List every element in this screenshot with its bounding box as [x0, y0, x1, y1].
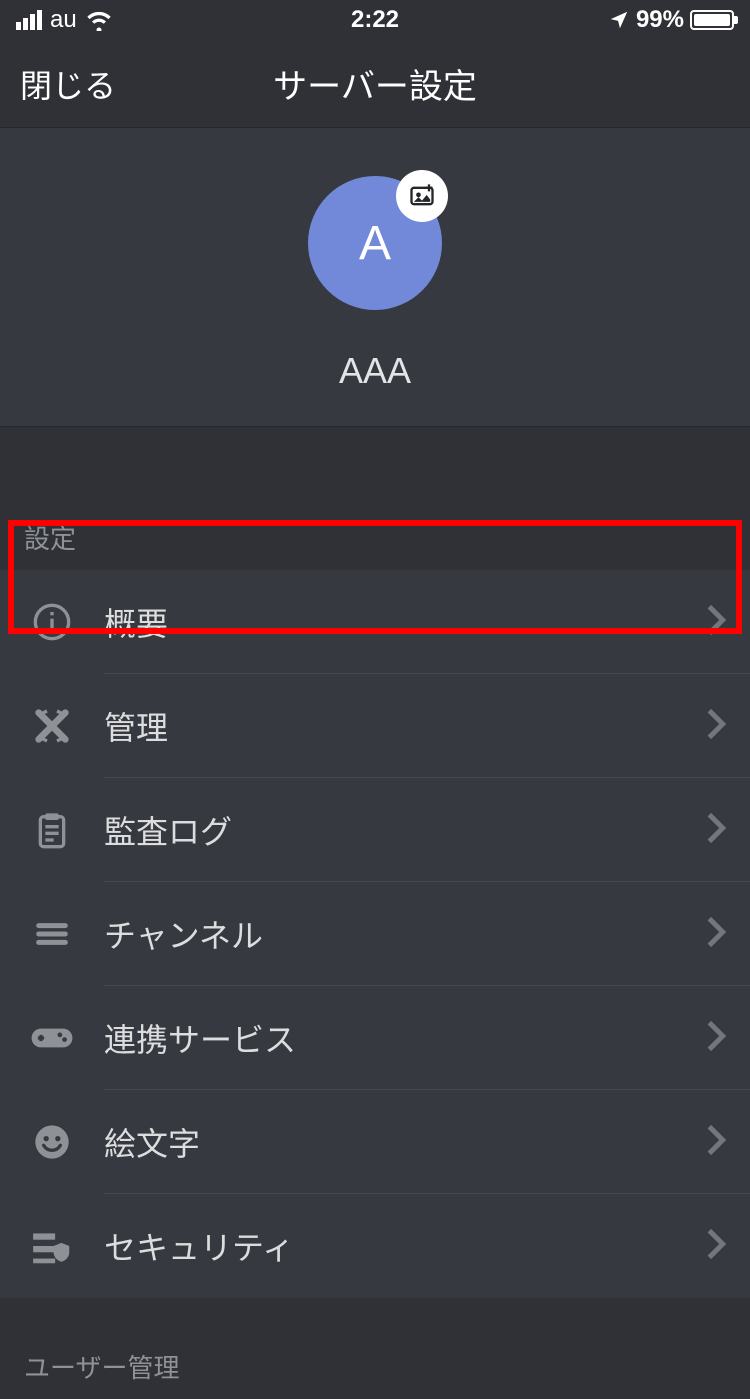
- settings-row-moderation[interactable]: 管理: [0, 674, 750, 778]
- info-icon: [28, 602, 76, 642]
- section-header-settings: 設定: [0, 483, 750, 570]
- row-label: チャンネル: [76, 911, 706, 957]
- clipboard-icon: [28, 810, 76, 850]
- settings-row-integrations[interactable]: 連携サービス: [0, 986, 750, 1090]
- chevron-right-icon: [706, 915, 726, 954]
- row-label: 連携サービス: [76, 1015, 706, 1061]
- channels-icon: [28, 914, 76, 954]
- row-label: 監査ログ: [76, 807, 706, 853]
- settings-row-overview[interactable]: 概要: [0, 570, 750, 674]
- settings-row-audit-log[interactable]: 監査ログ: [0, 778, 750, 882]
- settings-row-security[interactable]: セキュリティ: [0, 1194, 750, 1298]
- row-label: 絵文字: [76, 1119, 706, 1165]
- close-button[interactable]: 閉じる: [20, 61, 116, 107]
- nav-header: 閉じる サーバー設定: [0, 40, 750, 128]
- moderation-icon: [28, 706, 76, 746]
- row-label: セキュリティ: [76, 1223, 706, 1269]
- server-name: AAA: [339, 350, 411, 392]
- chevron-right-icon: [706, 811, 726, 850]
- gamepad-icon: [28, 1023, 76, 1053]
- clock: 2:22: [351, 6, 399, 34]
- settings-row-channels[interactable]: チャンネル: [0, 882, 750, 986]
- chevron-right-icon: [706, 1227, 726, 1266]
- battery-icon: [690, 10, 734, 30]
- chevron-right-icon: [706, 603, 726, 642]
- chevron-right-icon: [706, 707, 726, 746]
- wifi-icon: [85, 9, 113, 31]
- chevron-right-icon: [706, 1123, 726, 1162]
- row-label: 概要: [76, 599, 706, 645]
- battery-percent: 99%: [636, 6, 684, 34]
- status-bar: au 2:22 99%: [0, 0, 750, 40]
- chevron-right-icon: [706, 1019, 726, 1058]
- section-header-user-management: ユーザー管理: [0, 1298, 750, 1399]
- settings-list: 概要 管理 監査ログ チャンネル: [0, 570, 750, 1298]
- signal-icon: [16, 10, 42, 30]
- section-gap: [0, 427, 750, 483]
- emoji-icon: [28, 1122, 76, 1162]
- location-icon: [608, 9, 630, 31]
- page-title: サーバー設定: [273, 59, 477, 108]
- server-avatar-button[interactable]: A: [308, 176, 442, 310]
- carrier-label: au: [50, 6, 77, 34]
- row-label: 管理: [76, 703, 706, 749]
- upload-image-icon[interactable]: [396, 170, 448, 222]
- settings-row-emoji[interactable]: 絵文字: [0, 1090, 750, 1194]
- server-hero: A AAA: [0, 128, 750, 427]
- avatar-initial: A: [359, 216, 391, 271]
- security-icon: [28, 1226, 76, 1266]
